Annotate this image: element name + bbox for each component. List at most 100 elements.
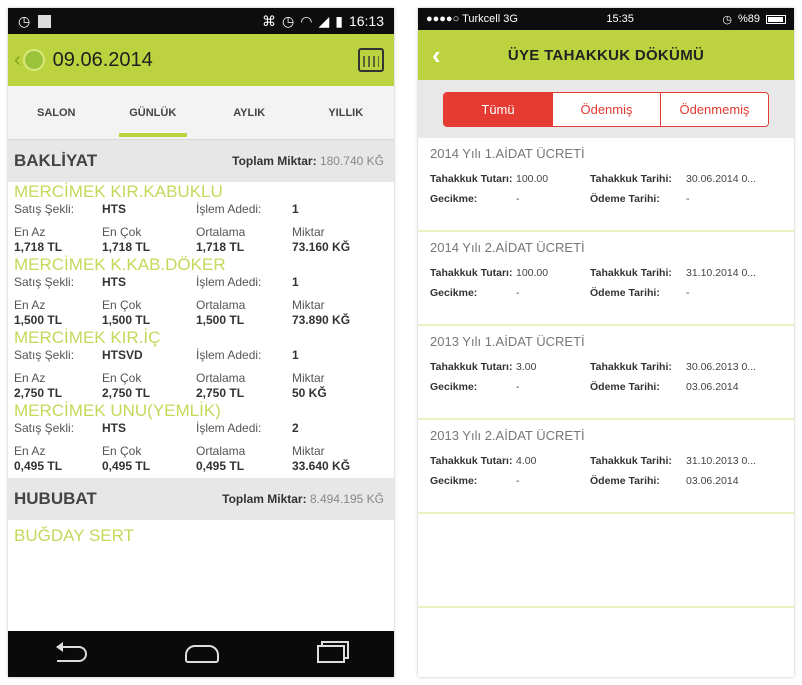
- section-name: BAKLİYAT: [14, 151, 98, 170]
- accrual-title: 2014 Yılı 2.AİDAT ÜCRETİ: [430, 240, 585, 255]
- card-row: Gecikme: - Ödeme Tarihi: 03.06.2014: [430, 471, 784, 491]
- total-label: Toplam Miktar:: [232, 154, 317, 168]
- delay-value: -: [516, 475, 520, 487]
- accrual-date-value: 30.06.2013 0...: [686, 361, 757, 373]
- section-header-bakliyat: BAKLİYAT Toplam Miktar: 180.740 KĞ: [8, 140, 394, 182]
- tab-gunluk[interactable]: GÜNLÜK: [105, 86, 202, 139]
- sale-type-value: HTS: [102, 275, 126, 289]
- back-chevron-icon[interactable]: ‹: [14, 49, 21, 72]
- avg-value: 2,750 TL: [196, 386, 245, 400]
- home-nav-icon[interactable]: [185, 645, 219, 663]
- max-value: 1,500 TL: [102, 313, 151, 327]
- qty-label: Miktar: [292, 371, 325, 385]
- accrual-date-label: Tahakkuk Tarihi:: [590, 455, 672, 467]
- sale-type-label: Satış Şekli:: [14, 348, 75, 362]
- max-label: En Çok: [102, 371, 142, 385]
- amount-value: 3.00: [516, 361, 537, 373]
- max-value: 2,750 TL: [102, 386, 151, 400]
- period-tabs: SALON GÜNLÜK AYLIK YILLIK: [8, 86, 394, 140]
- item-values-row: 1,500 TL 1,500 TL 1,500 TL 73.890 KĞ: [14, 313, 388, 328]
- back-nav-icon[interactable]: [56, 642, 87, 662]
- max-label: En Çok: [102, 444, 142, 458]
- avg-label: Ortalama: [196, 444, 246, 458]
- recent-apps-icon[interactable]: [317, 645, 345, 663]
- amount-label: Tahakkuk Tutarı:: [430, 267, 513, 279]
- carrier-label: ●●●●○ Turkcell 3G: [426, 13, 518, 25]
- payment-date-value: 03.06.2014: [686, 475, 739, 487]
- list-item[interactable]: MERCİMEK KIR.İÇ Satış Şekli: HTSVD İşlem…: [8, 328, 394, 401]
- min-value: 2,750 TL: [14, 386, 63, 400]
- segment-all[interactable]: Tümü: [444, 92, 552, 126]
- min-label: En Az: [14, 371, 46, 385]
- qty-label: Miktar: [292, 444, 325, 458]
- payment-date-label: Ödeme Tarihi:: [590, 381, 660, 393]
- qty-value: 33.640 KĞ: [292, 459, 351, 473]
- list-item[interactable]: MERCİMEK K.KAB.DÖKER Satış Şekli: HTS İş…: [8, 255, 394, 328]
- back-chevron-icon[interactable]: ‹: [432, 40, 441, 71]
- section-total: Toplam Miktar: 180.740 KĞ: [232, 154, 384, 168]
- app-logo-icon[interactable]: [22, 49, 45, 71]
- accrual-card[interactable]: 2013 Yılı 1.AİDAT ÜCRETİ Tahakkuk Tutarı…: [418, 326, 794, 420]
- amount-label: Tahakkuk Tutarı:: [430, 173, 513, 185]
- accrual-title: 2013 Yılı 2.AİDAT ÜCRETİ: [430, 428, 585, 443]
- sale-type-value: HTS: [102, 421, 126, 435]
- qty-value: 73.890 KĞ: [292, 313, 351, 327]
- min-label: En Az: [14, 298, 46, 312]
- card-row: Gecikme: - Ödeme Tarihi: -: [430, 283, 784, 303]
- item-meta-row: Satış Şekli: HTS İşlem Adedi: 2: [14, 421, 388, 436]
- status-time: 16:13: [348, 13, 384, 29]
- avg-label: Ortalama: [196, 298, 246, 312]
- transaction-count-label: İşlem Adedi:: [196, 348, 262, 362]
- calendar-icon[interactable]: [358, 48, 384, 72]
- product-title: MERCİMEK K.KAB.DÖKER: [14, 255, 226, 274]
- max-label: En Çok: [102, 225, 142, 239]
- accrual-title: 2013 Yılı 1.AİDAT ÜCRETİ: [430, 334, 585, 349]
- avg-value: 0,495 TL: [196, 459, 245, 473]
- payment-date-label: Ödeme Tarihi:: [590, 287, 660, 299]
- qty-value: 50 KĞ: [292, 386, 327, 400]
- android-screen: ◷ ⌘ ◷ ◠ ◢ ▮ 16:13 ‹ 09.06.2014 SALON GÜN…: [8, 8, 394, 677]
- segment-paid[interactable]: Ödenmiş: [552, 92, 660, 126]
- delay-label: Gecikme:: [430, 381, 478, 393]
- list-item[interactable]: BUĞDAY SERT: [8, 520, 394, 546]
- delay-label: Gecikme:: [430, 287, 478, 299]
- battery-icon: ▮: [335, 12, 343, 29]
- tab-yillik[interactable]: YILLIK: [298, 86, 395, 139]
- max-label: En Çok: [102, 298, 142, 312]
- min-label: En Az: [14, 225, 46, 239]
- card-row: Gecikme: - Ödeme Tarihi: 03.06.2014: [430, 377, 784, 397]
- selected-date: 09.06.2014: [52, 48, 153, 71]
- tab-salon[interactable]: SALON: [8, 86, 105, 139]
- accrual-date-value: 30.06.2014 0...: [686, 173, 757, 185]
- android-status-bar: ◷ ⌘ ◷ ◠ ◢ ▮ 16:13: [8, 8, 394, 34]
- accrual-card[interactable]: 2014 Yılı 1.AİDAT ÜCRETİ Tahakkuk Tutarı…: [418, 138, 794, 232]
- nav-bar: ‹ ÜYE TAHAKKUK DÖKÜMÜ: [418, 30, 794, 80]
- item-header-row: En Az En Çok Ortalama Miktar: [14, 225, 388, 240]
- item-meta-row: Satış Şekli: HTS İşlem Adedi: 1: [14, 202, 388, 217]
- list-item[interactable]: MERCİMEK UNU(YEMLİK) Satış Şekli: HTS İş…: [8, 401, 394, 474]
- segment-unpaid[interactable]: Ödenmemiş: [660, 92, 768, 126]
- min-value: 1,500 TL: [14, 313, 63, 327]
- amount-value: 100.00: [516, 173, 549, 185]
- page-title: ÜYE TAHAKKUK DÖKÜMÜ: [507, 46, 705, 64]
- payment-date-value: 03.06.2014: [686, 381, 739, 393]
- min-value: 0,495 TL: [14, 459, 63, 473]
- list-item[interactable]: MERCİMEK KIR.KABUKLU Satış Şekli: HTS İş…: [8, 182, 394, 255]
- sale-type-label: Satış Şekli:: [14, 275, 75, 289]
- accrual-card[interactable]: 2013 Yılı 2.AİDAT ÜCRETİ Tahakkuk Tutarı…: [418, 420, 794, 514]
- section-total: Toplam Miktar: 8.494.195 KĞ: [222, 492, 384, 506]
- payment-date-label: Ödeme Tarihi:: [590, 193, 660, 205]
- avg-value: 1,500 TL: [196, 313, 245, 327]
- product-title: MERCİMEK KIR.İÇ: [14, 328, 161, 347]
- qty-label: Miktar: [292, 225, 325, 239]
- tab-aylik[interactable]: AYLIK: [201, 86, 298, 139]
- accrual-card[interactable]: 2014 Yılı 2.AİDAT ÜCRETİ Tahakkuk Tutarı…: [418, 232, 794, 326]
- delay-value: -: [516, 381, 520, 393]
- item-values-row: 2,750 TL 2,750 TL 2,750 TL 50 KĞ: [14, 386, 388, 401]
- transaction-count-value: 2: [292, 421, 299, 435]
- battery-icon: [765, 14, 786, 24]
- alarm-icon: ◷: [722, 13, 732, 26]
- item-header-row: En Az En Çok Ortalama Miktar: [14, 298, 388, 313]
- total-label: Toplam Miktar:: [222, 492, 307, 506]
- accrual-date-value: 31.10.2013 0...: [686, 455, 757, 467]
